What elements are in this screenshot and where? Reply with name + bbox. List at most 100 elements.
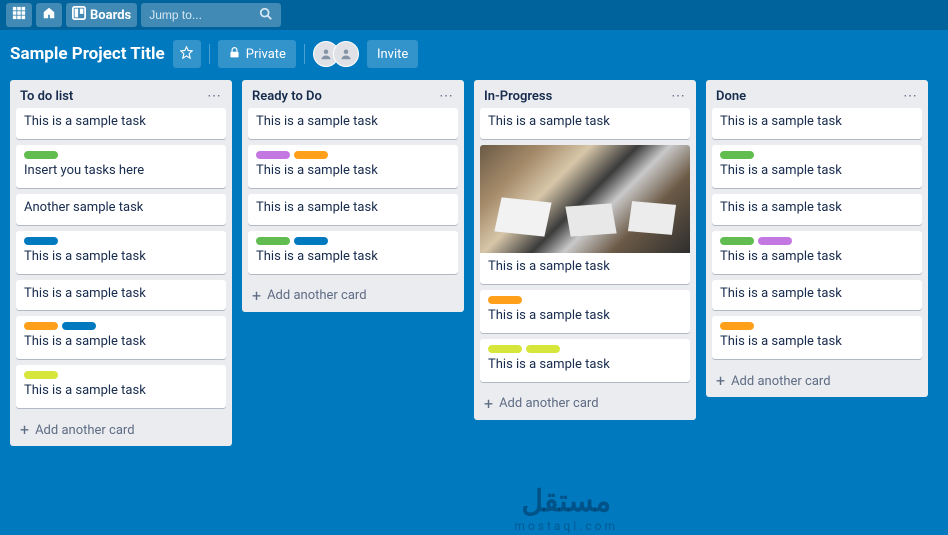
member-avatars[interactable] — [313, 41, 359, 67]
apps-menu-button[interactable] — [6, 3, 32, 27]
list-menu-button[interactable]: ⋯ — [439, 88, 454, 104]
label-blue[interactable] — [62, 322, 96, 330]
search-input[interactable] — [149, 8, 259, 22]
card-text: This is a sample task — [256, 114, 450, 131]
card[interactable]: This is a sample task — [712, 194, 922, 225]
card-text: This is a sample task — [720, 334, 914, 351]
star-button[interactable] — [173, 40, 201, 68]
board-canvas: To do list ⋯ This is a sample task Insert y… — [0, 72, 948, 454]
watermark-big: مستقل — [514, 484, 618, 519]
card[interactable]: This is a sample task — [16, 108, 226, 139]
card-text: This is a sample task — [720, 286, 914, 303]
plus-icon: + — [20, 422, 29, 438]
card[interactable]: This is a sample task — [16, 365, 226, 408]
add-card-label: Add another card — [35, 423, 134, 438]
card[interactable]: This is a sample task — [248, 108, 458, 139]
boards-button[interactable]: Boards — [66, 3, 137, 27]
card-text: This is a sample task — [720, 163, 914, 180]
card-text: This is a sample task — [256, 163, 450, 180]
label-lime[interactable] — [488, 345, 522, 353]
add-card-button[interactable]: + Add another card — [10, 414, 232, 446]
label-orange[interactable] — [294, 151, 328, 159]
list-menu-button[interactable]: ⋯ — [671, 88, 686, 104]
card[interactable]: This is a sample task — [16, 316, 226, 359]
card-labels — [720, 151, 914, 159]
label-green[interactable] — [720, 237, 754, 245]
card[interactable]: This is a sample task — [16, 231, 226, 274]
plus-icon: + — [252, 288, 261, 304]
list-menu-button[interactable]: ⋯ — [903, 88, 918, 104]
label-green[interactable] — [24, 151, 58, 159]
cards-container: This is a sample task Insert you tasks he… — [10, 108, 232, 414]
card[interactable]: This is a sample task — [16, 280, 226, 311]
card[interactable]: Insert you tasks here — [16, 145, 226, 188]
card[interactable]: This is a sample task — [248, 194, 458, 225]
card[interactable]: This is a sample task — [712, 145, 922, 188]
invite-button[interactable]: Invite — [367, 40, 418, 68]
boards-icon — [72, 6, 86, 24]
card-labels — [488, 296, 682, 304]
card-text: This is a sample task — [488, 259, 682, 276]
add-card-button[interactable]: +Add another card — [706, 365, 928, 397]
list-header: In-Progress ⋯ — [474, 80, 696, 108]
add-card-button[interactable]: + Add another card — [474, 388, 696, 420]
card[interactable]: This is a sample task — [712, 108, 922, 139]
card-labels — [720, 237, 914, 245]
list-title[interactable]: In-Progress — [484, 89, 552, 104]
card-text: This is a sample task — [24, 383, 218, 400]
list-menu-button[interactable]: ⋯ — [207, 88, 222, 104]
board-title[interactable]: Sample Project Title — [10, 44, 165, 64]
card-text: This is a sample task — [24, 114, 218, 131]
grid-icon — [12, 6, 26, 24]
invite-label: Invite — [377, 47, 408, 62]
plus-icon: + — [716, 373, 725, 389]
search-box[interactable] — [141, 3, 281, 27]
label-green[interactable] — [256, 237, 290, 245]
add-card-button[interactable]: + Add another card — [242, 280, 464, 312]
home-button[interactable] — [36, 3, 62, 27]
list-title[interactable]: Ready to Do — [252, 89, 322, 104]
label-lime[interactable] — [24, 371, 58, 379]
card[interactable]: This is a sample task — [480, 339, 690, 382]
card-labels — [256, 151, 450, 159]
list-title[interactable]: Done — [716, 89, 746, 104]
card[interactable]: Another sample task — [16, 194, 226, 225]
list: To do list ⋯ This is a sample task Insert y… — [10, 80, 232, 446]
card[interactable]: This is a sample task — [712, 316, 922, 359]
list-title[interactable]: To do list — [20, 89, 73, 104]
user-icon — [320, 45, 332, 64]
label-blue[interactable] — [24, 237, 58, 245]
label-purple[interactable] — [758, 237, 792, 245]
card[interactable]: This is a sample task — [480, 145, 690, 284]
lock-icon — [228, 46, 241, 63]
card-labels — [24, 237, 218, 245]
card-cover-image — [480, 145, 690, 253]
card[interactable]: This is a sample task — [712, 231, 922, 274]
label-blue[interactable] — [294, 237, 328, 245]
label-orange[interactable] — [720, 322, 754, 330]
card[interactable]: This is a sample task — [712, 280, 922, 311]
card[interactable]: This is a sample task — [248, 231, 458, 274]
label-green[interactable] — [720, 151, 754, 159]
separator — [209, 44, 210, 64]
card[interactable]: This is a sample task — [480, 290, 690, 333]
label-lime[interactable] — [526, 345, 560, 353]
avatar[interactable] — [333, 41, 359, 67]
add-card-label: Add another card — [499, 396, 598, 411]
separator — [304, 44, 305, 64]
label-purple[interactable] — [256, 151, 290, 159]
label-orange[interactable] — [488, 296, 522, 304]
top-nav: Boards — [0, 0, 948, 30]
label-orange[interactable] — [24, 322, 58, 330]
card-text: Insert you tasks here — [24, 163, 218, 180]
plus-icon: + — [484, 396, 493, 412]
card-labels — [256, 237, 450, 245]
list: Done ⋯ This is a sample task This is a samp… — [706, 80, 928, 397]
card[interactable]: This is a sample task — [480, 108, 690, 139]
card-text: This is a sample task — [256, 249, 450, 266]
card-text: This is a sample task — [256, 200, 450, 217]
add-card-label: Add another card — [267, 288, 366, 303]
board-header: Sample Project Title Private Invite — [0, 36, 948, 72]
visibility-button[interactable]: Private — [218, 40, 296, 68]
card[interactable]: This is a sample task — [248, 145, 458, 188]
